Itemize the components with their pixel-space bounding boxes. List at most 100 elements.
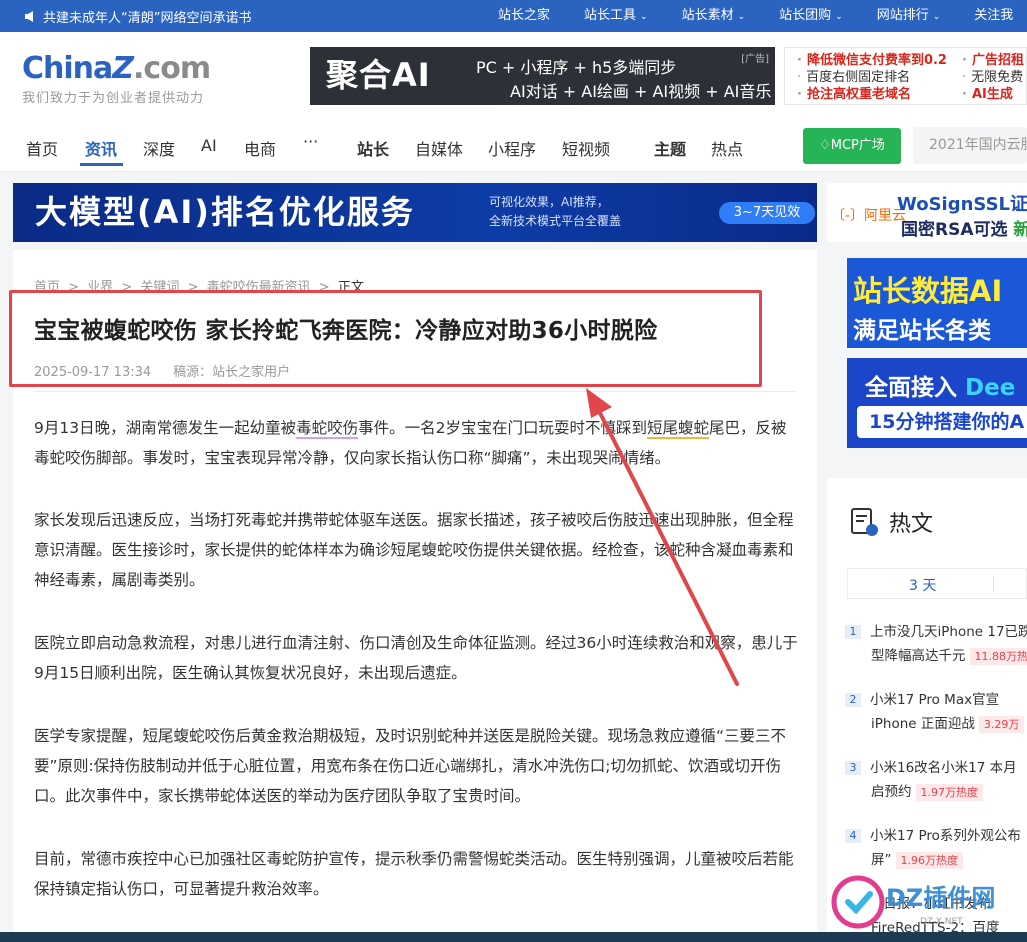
watermark-logo: DZ插件网 DZ-X.NET <box>831 875 995 929</box>
top-nav-ranking[interactable]: 网站排行 ⌄ <box>877 0 958 32</box>
ad-line1: WoSignSSL证 <box>897 194 1027 215</box>
article-paragraph-2: 家长发现后迅速反应，当场打死毒蛇并携带蛇体驱车送医。据家长描述，孩子被咬后伤肢迅… <box>34 511 794 589</box>
promise-text: 共建未成年人“清朗”网络空间承诺书 <box>43 11 252 26</box>
hot-item-3[interactable]: 3 小米16改名小米17 本月 启预约 1.97万热度 <box>845 756 1027 804</box>
top-nav-label: 站长之家 <box>498 8 551 23</box>
paragraph-text: 事件。一名2岁宝宝在门口玩耍时不慎踩到 <box>358 419 647 437</box>
top-nav-zhanzhangzhijia[interactable]: 站长之家 <box>498 0 567 32</box>
nav-item-home[interactable]: 首页 <box>26 136 58 160</box>
paragraph-text: 9月13日晚，湖南常德发生一起幼童被 <box>34 419 297 437</box>
logo-wordmark: ChinaZ.com <box>22 51 211 86</box>
logo-brand-com: .com <box>133 51 211 86</box>
ad-tag: [广告] <box>741 54 769 65</box>
hot-tabs: 3 天 <box>847 568 1027 599</box>
rank-badge: 1 <box>845 625 861 639</box>
ad-line1: 站长数据AI <box>853 274 1003 308</box>
article-paragraph-3: 医院立即启动急救流程，对患儿进行血清注射、伤口清创及生命体征监测。经过36小时连… <box>34 634 798 682</box>
hot-item-2[interactable]: 2 小米17 Pro Max官宣 iPhone 正面迎战 3.29万 <box>845 688 1027 736</box>
ad-banner-juhe-ai[interactable]: 聚合AI PC + 小程序 + h5多端同步 AI对话 + AI绘画 + AI视… <box>310 47 775 105</box>
text-ad-link[interactable]: 降低微信支付费率到0.2 <box>797 52 947 69</box>
ad-banner-line1: 可视化效果，AI推荐， <box>489 195 609 209</box>
text-ads: 降低微信支付费率到0.2 百度右侧固定排名 抢注高权重老域名 广告招租 无限免费… <box>784 47 1027 105</box>
top-nav: 站长之家 站长工具 ⌄ 站长素材 ⌄ 站长团购 ⌄ 网站排行 ⌄ 关注我 <box>498 0 1027 32</box>
nav-item-webmaster[interactable]: 站长 <box>357 136 389 160</box>
hot-item-title: 小米16改名小米17 本月 <box>870 760 1017 776</box>
hot-title: 热文 <box>889 512 934 537</box>
watermark-text: DZ插件网 <box>886 884 995 912</box>
nav-item-depth[interactable]: 深度 <box>143 136 175 160</box>
logo-slogan: 我们致力于为创业者提供动力 <box>22 91 205 106</box>
promise-link[interactable]: 共建未成年人“清朗”网络空间承诺书 <box>24 7 251 26</box>
nav-item-hot[interactable]: 热点 <box>711 136 743 160</box>
nav-item-ecommerce[interactable]: 电商 <box>244 136 276 160</box>
mcp-square-button[interactable]: ♢MCP广场 <box>803 128 901 164</box>
ad-banner-line2: 全新技术模式平台全覆盖 <box>489 214 622 228</box>
ad-line1: 全面接入 Dee <box>865 368 1015 402</box>
megaphone-icon <box>25 11 33 22</box>
article-paragraph-4: 医学专家提醒，短尾蝮蛇咬伤后黄金救治期极短，及时识别蛇种并送医是脱险关键。现场急… <box>34 727 787 805</box>
text-ads-col1: 降低微信支付费率到0.2 百度右侧固定排名 抢注高权重老域名 <box>797 52 947 103</box>
heat-badge: 1.96万热度 <box>895 852 963 869</box>
annotation-highlight-box <box>9 290 762 387</box>
ad-banner-button[interactable]: 3~7天见效 <box>719 202 815 224</box>
nav-item-ai[interactable]: AI <box>201 136 217 155</box>
ad-banner-title: 聚合AI <box>326 56 431 94</box>
heat-badge: 1.97万热度 <box>915 784 983 801</box>
ad-line1-highlight: Dee <box>965 375 1016 401</box>
heat-badge: 3.29万 <box>978 716 1025 733</box>
top-nav-label: 站长工具 <box>584 8 637 23</box>
search-input[interactable]: 2021年国内云服务 <box>913 127 1027 164</box>
hot-item-4[interactable]: 4 小米17 Pro系列外观公布 屏” 1.96万热度 <box>845 824 1027 872</box>
top-nav-label: 站长团购 <box>779 8 832 23</box>
site-logo[interactable]: ChinaZ.com 我们致力于为创业者提供动力 <box>22 51 211 107</box>
top-nav-groupbuy[interactable]: 站长团购 ⌄ <box>779 0 860 32</box>
text-ad-link[interactable]: 抢注高权重老域名 <box>797 86 947 103</box>
logo-brand-z: Z <box>112 51 134 86</box>
text-ad-link[interactable]: 百度右侧固定排名 <box>797 69 947 86</box>
ad-deepseek[interactable]: 全面接入 Dee 15分钟搭建你的A <box>847 358 1027 448</box>
nav-item-news[interactable]: 资讯 <box>85 136 117 160</box>
ad-line2: 15分钟搭建你的A <box>857 406 1027 438</box>
keyword-link[interactable]: 毒蛇咬伤 <box>296 419 359 439</box>
ad-line2: 满足站长各类 <box>853 318 991 344</box>
rank-badge: 4 <box>845 829 861 843</box>
header: ChinaZ.com 我们致力于为创业者提供动力 聚合AI PC + 小程序 +… <box>0 32 1027 122</box>
ad-line2-highlight: 新 <box>1013 220 1027 240</box>
ad-banner-line1: PC + 小程序 + h5多端同步 <box>476 58 677 77</box>
ad-banner-llm-ranking[interactable]: 大模型(AI)排名优化服务 可视化效果，AI推荐， 全新技术模式平台全覆盖 3~… <box>13 183 817 242</box>
mcp-button-label: MCP广场 <box>830 138 885 153</box>
top-nav-label: 站长素材 <box>681 8 734 23</box>
document-icon <box>851 508 878 536</box>
chevron-down-icon: ⌄ <box>737 12 746 22</box>
top-nav-follow[interactable]: 关注我 <box>974 0 1027 32</box>
nav-item-short-video[interactable]: 短视频 <box>562 136 610 160</box>
ad-wosign[interactable]: 〔-〕阿里云 WoSignSSL证 国密RSA可选 新 <box>827 183 1027 242</box>
chevron-down-icon: ⌄ <box>640 12 648 22</box>
hot-header: 热文 <box>849 506 933 538</box>
top-nav-materials[interactable]: 站长素材 ⌄ <box>682 0 763 32</box>
divider <box>34 391 796 392</box>
nav-item-we-media[interactable]: 自媒体 <box>415 136 463 160</box>
keyword-link[interactable]: 短尾蝮蛇 <box>646 419 709 439</box>
tab-3-days[interactable]: 3 天 <box>909 575 936 595</box>
ad-webmaster-data[interactable]: 站长数据AI 满足站长各类 <box>847 258 1027 348</box>
heat-badge: 11.88万热 <box>969 648 1027 665</box>
search-placeholder: 2021年国内云服务 <box>929 137 1027 153</box>
hot-item-title-cont: iPhone 正面迎战 <box>871 716 975 732</box>
nav-item-mini-program[interactable]: 小程序 <box>488 136 536 160</box>
text-ad-link[interactable]: 广告招租 <box>962 52 1024 69</box>
text-ad-link[interactable]: AI生成 <box>962 86 1024 103</box>
logo-brand-a: China <box>22 51 113 86</box>
ad-banner-line2: AI对话 + AI绘画 + AI视频 + AI音乐 <box>510 82 772 101</box>
tab-divider <box>993 576 994 592</box>
top-nav-tools[interactable]: 站长工具 ⌄ <box>584 0 665 32</box>
ad-line2-text: 国密RSA可选 <box>901 220 1008 240</box>
nav-item-topic[interactable]: 主题 <box>654 136 686 160</box>
hot-item-1[interactable]: 1 上市没几天iPhone 17已跌 型降幅高达千元 11.88万热 <box>845 620 1027 668</box>
top-nav-label: 网站排行 <box>876 8 929 23</box>
hot-item-title: 上市没几天iPhone 17已跌 <box>870 624 1027 640</box>
nav-more-icon[interactable]: ··· <box>303 132 318 151</box>
ad-line2: 国密RSA可选 新 <box>901 215 1027 240</box>
article-paragraph-1: 9月13日晚，湖南常德发生一起幼童被毒蛇咬伤事件。一名2岁宝宝在门口玩耍时不慎踩… <box>34 413 800 473</box>
text-ad-link[interactable]: 无限免费 <box>962 69 1024 86</box>
